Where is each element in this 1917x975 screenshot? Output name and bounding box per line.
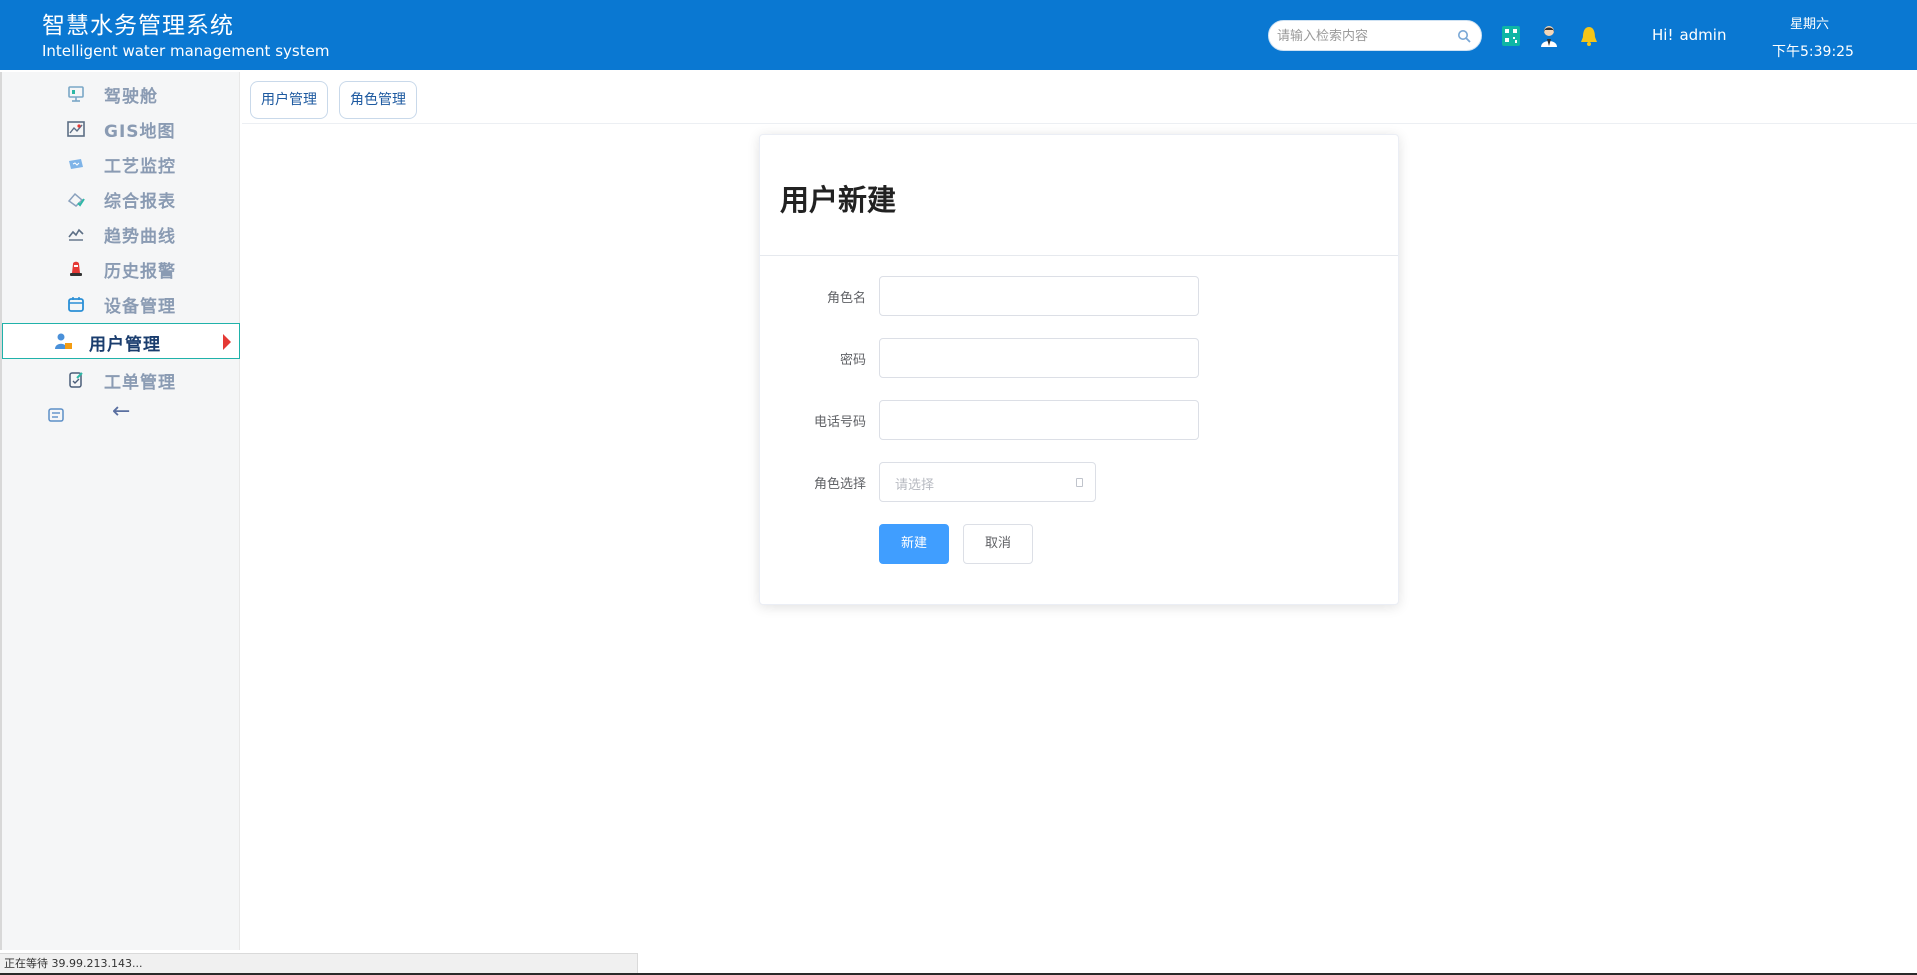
form-row-password: 密码 xyxy=(760,338,1398,378)
clock-time: 下午5:39:25 xyxy=(1772,44,1854,60)
role-name-label: 角色名 xyxy=(826,291,866,306)
phone-input[interactable] xyxy=(879,400,1199,440)
greeting-text: Hi! xyxy=(1652,26,1674,44)
phone-label: 电话号码 xyxy=(813,415,866,430)
sidebar-item-user-manage[interactable]: 用户管理 xyxy=(2,323,240,359)
collapse-arrow-icon: ← xyxy=(112,399,131,424)
search-icon[interactable] xyxy=(1457,29,1471,43)
map-icon xyxy=(67,121,85,137)
sidebar-item-workorder[interactable]: 工单管理 xyxy=(2,364,242,396)
tab-role-manage[interactable]: 角色管理 xyxy=(339,81,417,119)
sidebar-item-label: 设备管理 xyxy=(104,297,176,317)
browser-status-bar: 正在等待 39.99.213.143... xyxy=(0,953,638,975)
role-select[interactable]: 请选择 xyxy=(879,462,1096,502)
alarm-icon xyxy=(70,261,82,276)
sidebar-collapse-button[interactable]: ← xyxy=(2,399,242,431)
sidebar: 驾驶舱 GIS地图 工艺监控 综合报表 趋势曲线 历史报警 设备管理 用户管理 … xyxy=(0,72,240,950)
user-profile-icon[interactable] xyxy=(1538,24,1560,48)
menu-icon xyxy=(48,408,64,422)
sidebar-item-report[interactable]: 综合报表 xyxy=(2,183,242,215)
sidebar-item-label: 综合报表 xyxy=(104,192,176,212)
role-name-input[interactable] xyxy=(879,276,1199,316)
qrcode-icon[interactable] xyxy=(1500,24,1522,48)
sidebar-item-label: 工艺监控 xyxy=(104,157,176,177)
weekday-label: 星期六 xyxy=(1790,17,1830,32)
app-title: 智慧水务管理系统 xyxy=(42,13,234,39)
device-icon xyxy=(68,297,84,312)
search-box[interactable] xyxy=(1268,20,1482,51)
password-label: 密码 xyxy=(839,353,866,368)
trend-icon xyxy=(68,228,84,241)
sidebar-item-device[interactable]: 设备管理 xyxy=(2,288,242,320)
sidebar-item-trend[interactable]: 趋势曲线 xyxy=(2,218,242,250)
form-row-phone: 电话号码 xyxy=(760,400,1398,440)
password-input[interactable] xyxy=(879,338,1199,378)
report-icon xyxy=(67,192,85,207)
cockpit-icon xyxy=(68,86,84,102)
user-manage-icon xyxy=(55,333,72,349)
sidebar-item-cockpit[interactable]: 驾驶舱 xyxy=(2,78,242,110)
app-subtitle: Intelligent water management system xyxy=(42,42,330,60)
sidebar-item-gis-map[interactable]: GIS地图 xyxy=(2,113,242,145)
sidebar-item-process-monitor[interactable]: 工艺监控 xyxy=(2,148,242,180)
user-greeting: Hi! admin xyxy=(1652,26,1726,44)
role-select-label: 角色选择 xyxy=(813,477,866,492)
cancel-button[interactable]: 取消 xyxy=(963,524,1033,564)
username[interactable]: admin xyxy=(1679,26,1726,44)
search-input[interactable] xyxy=(1277,25,1457,47)
tab-user-manage[interactable]: 用户管理 xyxy=(250,81,328,119)
sidebar-item-label: 趋势曲线 xyxy=(104,227,176,247)
user-create-card: 用户新建 角色名 密码 电话号码 角色选择 请选择 新建 取消 xyxy=(759,134,1399,605)
monitor-icon xyxy=(69,159,83,169)
page-title: 用户新建 xyxy=(780,183,897,217)
role-select-placeholder: 请选择 xyxy=(895,478,935,493)
workorder-icon xyxy=(69,372,83,388)
dropdown-arrow-icon xyxy=(1076,478,1083,487)
bell-icon[interactable] xyxy=(1578,24,1600,48)
form-row-role-name: 角色名 xyxy=(760,276,1398,316)
sidebar-item-label: 工单管理 xyxy=(104,373,176,393)
sidebar-item-label: 驾驶舱 xyxy=(104,87,158,107)
sidebar-item-label: 历史报警 xyxy=(104,262,176,282)
form-actions: 新建 取消 xyxy=(760,524,1398,564)
form-row-role-select: 角色选择 请选择 xyxy=(760,462,1398,502)
tab-bar: 用户管理 角色管理 xyxy=(242,72,1917,124)
card-divider xyxy=(760,255,1398,256)
app-header: 智慧水务管理系统 Intelligent water management sy… xyxy=(0,0,1917,70)
create-button[interactable]: 新建 xyxy=(879,524,949,564)
sidebar-item-label: GIS地图 xyxy=(104,122,176,142)
sidebar-item-label: 用户管理 xyxy=(89,335,161,355)
sidebar-item-alarm-history[interactable]: 历史报警 xyxy=(2,253,242,285)
active-indicator-icon xyxy=(223,334,231,350)
